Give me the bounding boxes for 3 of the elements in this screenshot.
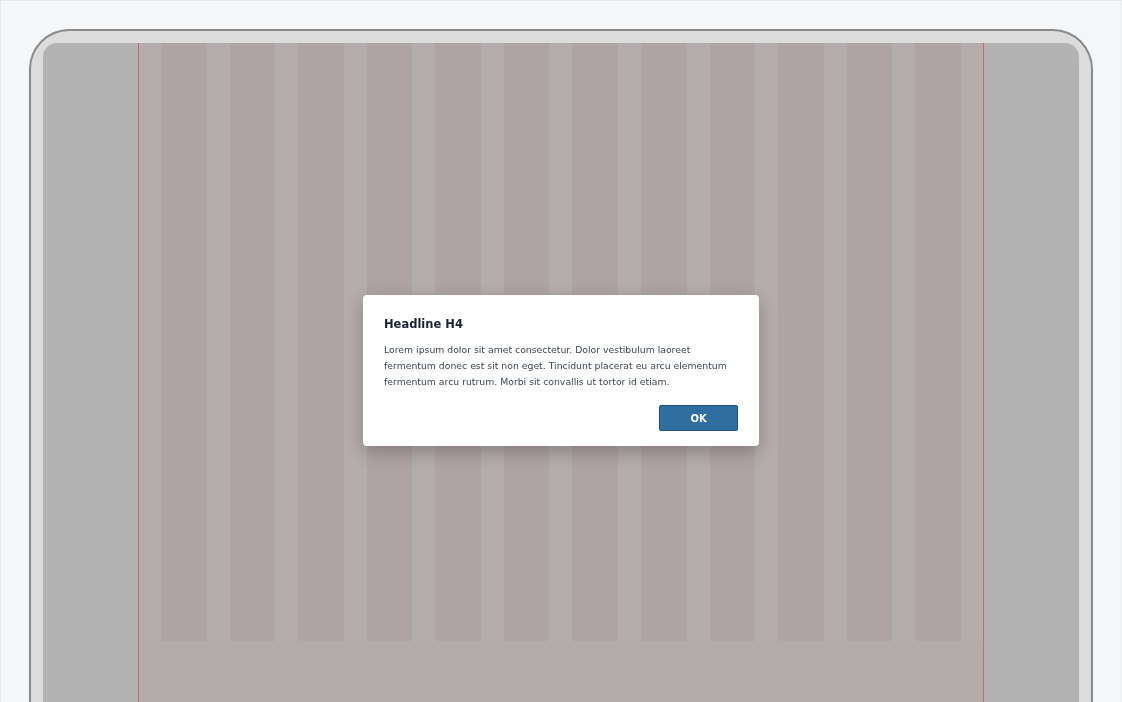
dialog-body: Lorem ipsum dolor sit amet consectetur. Dolor vestibulum laoreet fermentum donec est sit non eget. Tincidunt placerat eu arcu elementum fermentum arcu rutrum. Morbi sit convallis ut tortor id etiam. (384, 343, 728, 389)
ok-button[interactable]: OK (659, 405, 738, 431)
dialog-title: Headline H4 (384, 317, 464, 331)
